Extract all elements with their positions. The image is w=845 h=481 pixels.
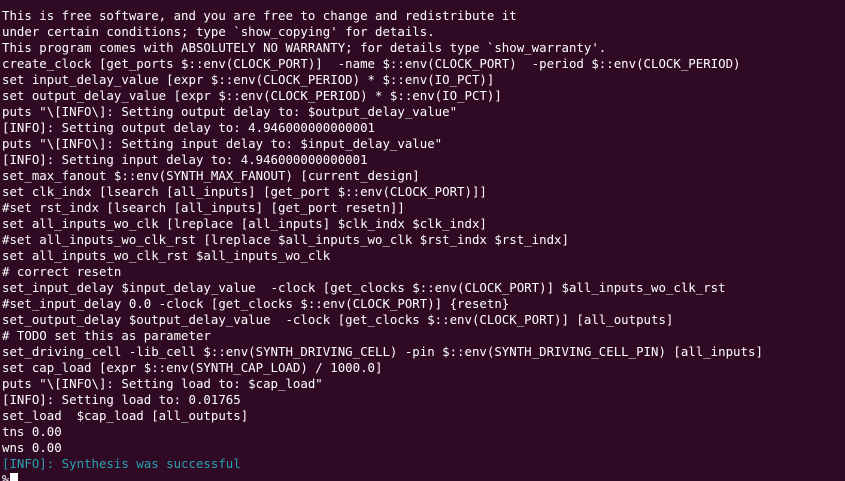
terminal-line: [INFO]: Setting output delay to: 4.94600… [2, 120, 375, 135]
terminal-line: set input_delay_value [expr $::env(CLOCK… [2, 72, 495, 87]
terminal-line-success: [INFO]: Synthesis was successful [2, 456, 241, 471]
terminal-line: set all_inputs_wo_clk [lreplace [all_inp… [2, 216, 487, 231]
terminal-line: create_clock [get_ports $::env(CLOCK_POR… [2, 56, 741, 71]
terminal-line: puts "\[INFO\]: Setting output delay to:… [2, 104, 458, 119]
terminal-line: wns 0.00 [2, 440, 62, 455]
terminal-line: puts "\[INFO\]: Setting input delay to: … [2, 136, 443, 151]
shell-prompt: % [2, 472, 10, 481]
terminal-line: [INFO]: Setting load to: 0.01765 [2, 392, 241, 407]
terminal-line: set clk_indx [lsearch [all_inputs] [get_… [2, 184, 487, 199]
terminal-line: set_output_delay $output_delay_value -cl… [2, 312, 674, 327]
terminal-line: under certain conditions; type `show_cop… [2, 24, 435, 39]
terminal-output: This is free software, and you are free … [2, 8, 845, 472]
terminal-line: set_load $cap_load [all_outputs] [2, 408, 249, 423]
terminal-line: This is free software, and you are free … [2, 8, 517, 23]
terminal-line: set_max_fanout $::env(SYNTH_MAX_FANOUT) … [2, 168, 420, 183]
terminal-line: #set all_inputs_wo_clk_rst [lreplace $al… [2, 232, 569, 247]
terminal-line: [INFO]: Setting input delay to: 4.946000… [2, 152, 368, 167]
terminal-line: set all_inputs_wo_clk_rst $all_inputs_wo… [2, 248, 331, 263]
terminal-line: This program comes with ABSOLUTELY NO WA… [2, 40, 607, 55]
terminal-line: # TODO set this as parameter [2, 328, 211, 343]
terminal-line: set_input_delay $input_delay_value -cloc… [2, 280, 726, 295]
terminal-line: set output_delay_value [expr $::env(CLOC… [2, 88, 502, 103]
terminal-window[interactable]: This is free software, and you are free … [0, 0, 845, 481]
terminal-line: #set_input_delay 0.0 -clock [get_clocks … [2, 296, 510, 311]
terminal-line: puts "\[INFO\]: Setting load to: $cap_lo… [2, 376, 323, 391]
terminal-line: tns 0.00 [2, 424, 62, 439]
terminal-line: #set rst_indx [lsearch [all_inputs] [get… [2, 200, 405, 215]
text-cursor [10, 473, 19, 481]
terminal-line: set_driving_cell -lib_cell $::env(SYNTH_… [2, 344, 763, 359]
terminal-prompt-line[interactable]: % [2, 472, 845, 481]
terminal-line: set cap_load [expr $::env(SYNTH_CAP_LOAD… [2, 360, 383, 375]
terminal-line: # correct resetn [2, 264, 122, 279]
